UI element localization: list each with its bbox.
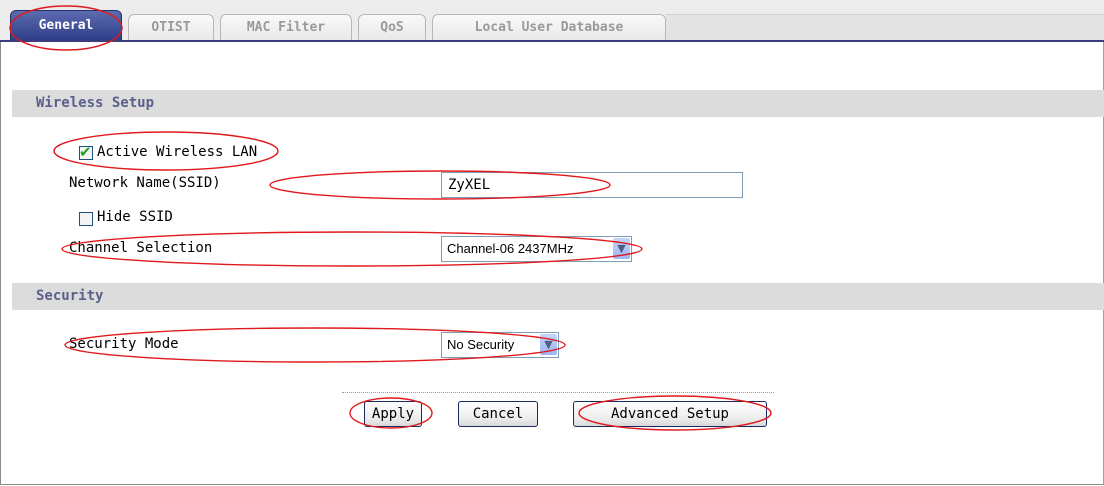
ssid-input[interactable]: ZyXEL	[441, 172, 743, 198]
tab-bar-fill	[666, 14, 1104, 41]
security-mode-label: Security Mode	[69, 336, 179, 352]
tab-mac-filter[interactable]: MAC Filter	[220, 14, 352, 40]
chevron-down-icon[interactable]: ▼	[613, 238, 630, 259]
tab-underline	[0, 40, 1104, 42]
channel-select[interactable]: Channel-06 2437MHz ▼	[441, 236, 632, 262]
tab-general[interactable]: General	[10, 10, 122, 41]
channel-select-value: Channel-06 2437MHz	[447, 241, 574, 256]
channel-selection-label: Channel Selection	[69, 240, 213, 256]
active-wireless-lan-checkbox[interactable]: ✔	[79, 143, 93, 161]
hide-ssid-checkbox[interactable]	[79, 212, 93, 226]
security-mode-select[interactable]: No Security ▼	[441, 332, 559, 358]
cancel-button[interactable]: Cancel	[458, 401, 538, 427]
advanced-setup-button[interactable]: Advanced Setup	[573, 401, 767, 427]
chevron-down-icon[interactable]: ▼	[540, 334, 557, 355]
ssid-label: Network Name(SSID)	[69, 175, 221, 191]
hide-ssid-label: Hide SSID	[97, 209, 173, 225]
button-divider	[342, 392, 774, 393]
security-mode-value: No Security	[447, 337, 515, 352]
apply-button[interactable]: Apply	[364, 401, 422, 427]
wireless-setup-header: Wireless Setup	[12, 90, 1104, 117]
security-header: Security	[12, 283, 1104, 310]
active-wireless-lan-label: Active Wireless LAN	[97, 144, 258, 160]
check-mark-icon: ✔	[79, 143, 92, 161]
tab-local-user-database[interactable]: Local User Database	[432, 14, 666, 40]
tab-qos[interactable]: QoS	[358, 14, 426, 40]
tab-otist[interactable]: OTIST	[128, 14, 214, 40]
